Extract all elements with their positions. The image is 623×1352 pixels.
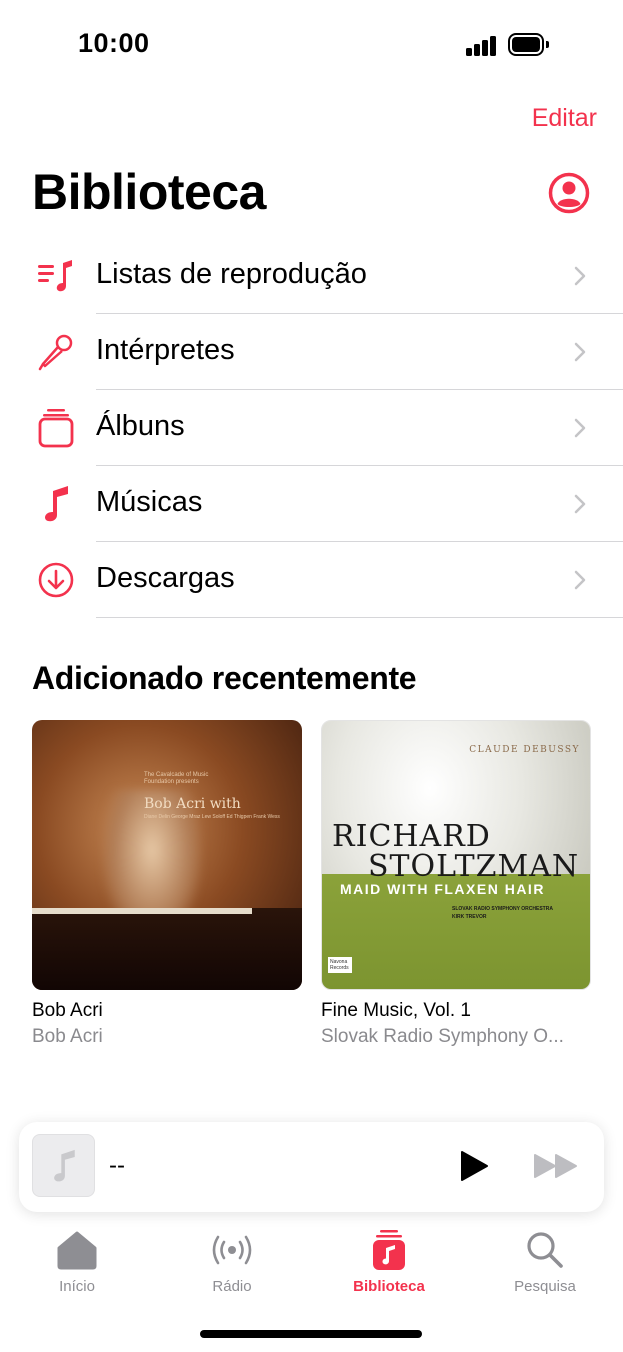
cover-line2-text: STOLTZMAN — [368, 849, 580, 884]
album-stack-icon — [36, 408, 76, 448]
chevron-right-icon — [574, 266, 586, 286]
music-note-icon — [53, 1149, 75, 1181]
library-item-label: Intérpretes — [96, 334, 235, 366]
battery-icon — [508, 33, 549, 56]
library-icon — [329, 1228, 449, 1272]
home-indicator[interactable] — [200, 1330, 422, 1338]
tab-home[interactable]: Início — [17, 1228, 137, 1295]
profile-icon[interactable] — [548, 172, 590, 214]
cover-orchestra-text: SLOVAK RADIO SYMPHONY ORCHESTRA — [452, 906, 553, 912]
mini-player-artwork — [32, 1134, 95, 1197]
album-artist: Bob Acri — [32, 1026, 103, 1047]
tab-label: Rádio — [212, 1278, 252, 1295]
cover-name-text: Bob Acri with — [144, 796, 241, 812]
library-item-label: Álbuns — [96, 410, 185, 442]
album-cover: The Cavalcade of Music Foundation presen… — [32, 720, 302, 990]
album-title: Bob Acri — [32, 1000, 103, 1021]
album-artist: Slovak Radio Symphony O... — [321, 1026, 564, 1047]
page-title: Biblioteca — [32, 164, 266, 220]
library-item-label: Listas de reprodução — [96, 258, 367, 290]
tab-radio[interactable]: Rádio — [172, 1228, 292, 1295]
download-icon — [36, 560, 76, 600]
search-icon — [485, 1228, 605, 1272]
chevron-right-icon — [574, 342, 586, 362]
music-note-icon — [36, 484, 76, 524]
play-icon[interactable] — [459, 1150, 489, 1182]
microphone-icon — [36, 332, 76, 372]
home-icon — [17, 1228, 137, 1272]
cellular-signal-icon — [466, 36, 498, 56]
chevron-right-icon — [574, 418, 586, 438]
library-item-label: Músicas — [96, 486, 203, 518]
mini-player-title: -- — [109, 1152, 125, 1179]
cover-guests-text: Diane Delin George Mraz Lew Soloff Ed Th… — [144, 814, 280, 820]
library-item-downloads[interactable]: Descargas — [0, 542, 623, 618]
cover-presenter-text: The Cavalcade of Music Foundation presen… — [144, 772, 209, 785]
radio-icon — [172, 1228, 292, 1272]
library-item-songs[interactable]: Músicas — [0, 466, 623, 542]
cover-credits: SLOVAK RADIO SYMPHONY ORCHESTRA KIRK TRE… — [452, 905, 553, 921]
mini-player[interactable]: -- — [19, 1122, 604, 1212]
cover-conductor-text: KIRK TREVOR — [452, 914, 487, 920]
album-card[interactable]: The Cavalcade of Music Foundation presen… — [32, 720, 302, 1048]
library-screen: 10:00 Editar Biblioteca Listas de reprod… — [0, 0, 623, 1352]
album-card[interactable]: CLAUDE DEBUSSY RICHARD STOLTZMAN MAID WI… — [321, 720, 591, 1048]
library-item-playlists[interactable]: Listas de reprodução — [0, 238, 623, 314]
tab-label: Biblioteca — [353, 1278, 425, 1295]
edit-button[interactable]: Editar — [532, 104, 597, 133]
section-title-recently-added: Adicionado recentemente — [32, 660, 417, 696]
library-list: Listas de reprodução Intérpretes Álbuns … — [0, 238, 623, 618]
album-cover: CLAUDE DEBUSSY RICHARD STOLTZMAN MAID WI… — [321, 720, 591, 990]
tab-label: Início — [59, 1278, 95, 1295]
library-item-albums[interactable]: Álbuns — [0, 390, 623, 466]
cover-composer-text: CLAUDE DEBUSSY — [469, 745, 580, 755]
chevron-right-icon — [574, 570, 586, 590]
fast-forward-icon[interactable] — [533, 1153, 579, 1179]
divider — [96, 617, 623, 618]
tab-library[interactable]: Biblioteca — [329, 1228, 449, 1295]
chevron-right-icon — [574, 494, 586, 514]
album-title: Fine Music, Vol. 1 — [321, 1000, 471, 1021]
record-label-logo: Navona Records — [328, 957, 352, 973]
library-item-artists[interactable]: Intérpretes — [0, 314, 623, 390]
cover-subtitle-text: MAID WITH FLAXEN HAIR — [340, 881, 545, 897]
status-time: 10:00 — [78, 28, 150, 58]
playlist-icon — [36, 256, 76, 296]
library-item-label: Descargas — [96, 562, 235, 594]
tab-label: Pesquisa — [514, 1278, 576, 1295]
tab-search[interactable]: Pesquisa — [485, 1228, 605, 1295]
